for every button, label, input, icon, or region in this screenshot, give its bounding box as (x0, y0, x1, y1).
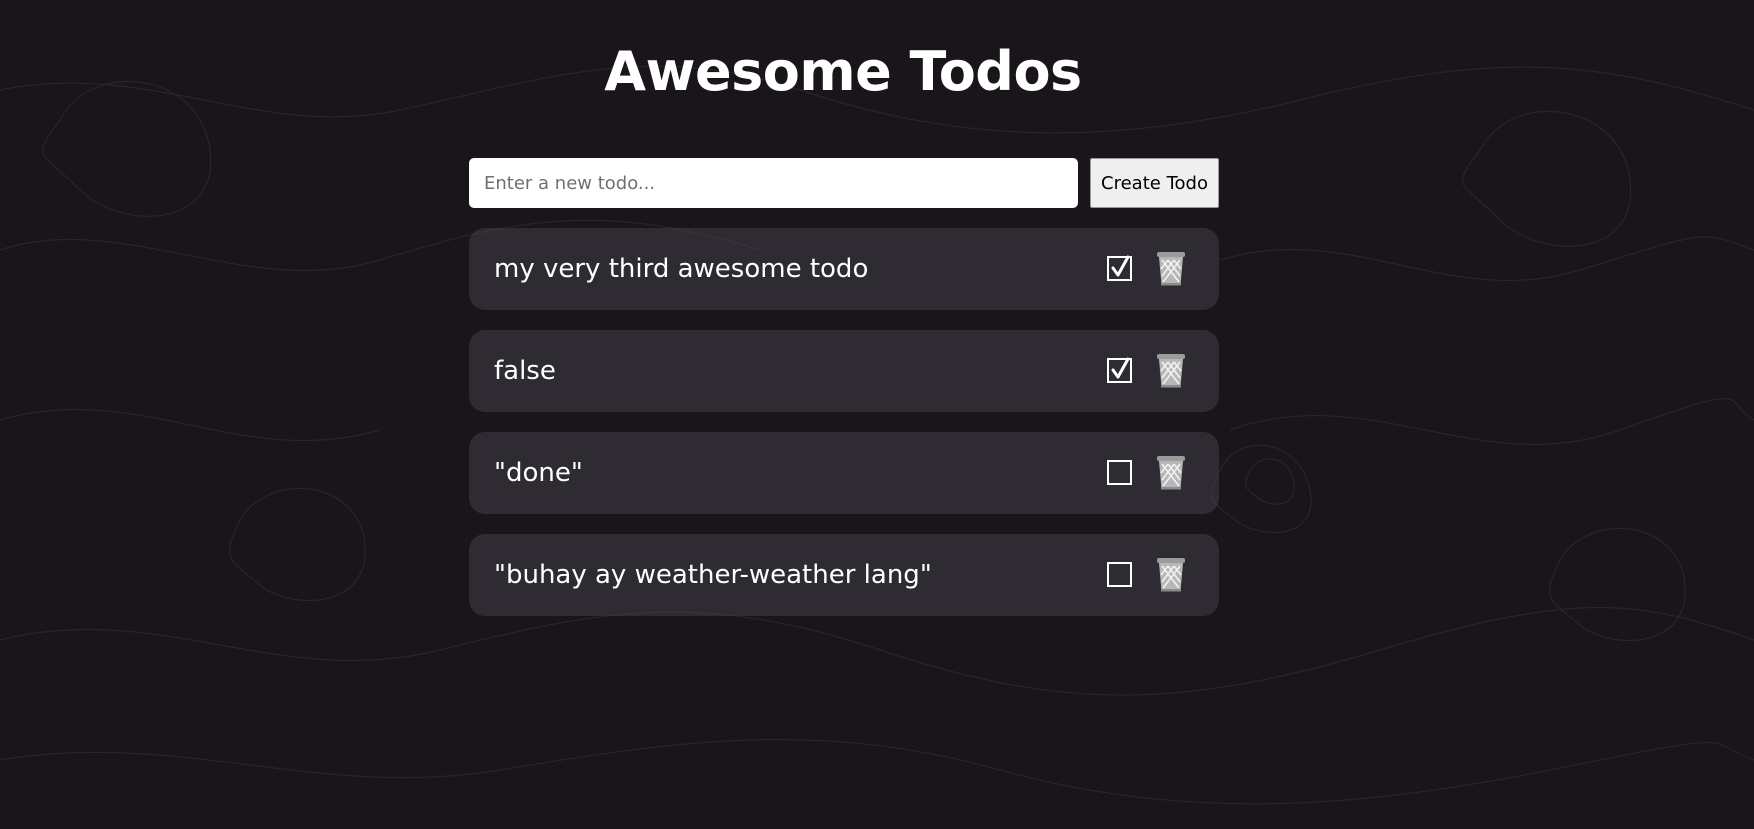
wastebasket-icon[interactable] (1155, 251, 1187, 287)
wastebasket-icon[interactable] (1155, 353, 1187, 389)
todo-text: "buhay ay weather-weather lang" (494, 560, 932, 590)
checkmark-icon (1111, 255, 1130, 277)
page-title: Awesome Todos (604, 40, 1082, 103)
todo-app: Awesome Todos Create Todo my very third … (0, 0, 1754, 829)
todo-item: my very third awesome todo (469, 228, 1219, 310)
todo-list: my very third awesome todo false "done" … (469, 228, 1219, 636)
todo-text: "done" (494, 458, 583, 488)
create-todo-button[interactable]: Create Todo (1090, 158, 1219, 208)
todo-item: "done" (469, 432, 1219, 514)
todo-item: "buhay ay weather-weather lang" (469, 534, 1219, 616)
todo-checkbox[interactable] (1107, 460, 1132, 485)
todo-text: my very third awesome todo (494, 254, 869, 284)
todo-text: false (494, 356, 556, 386)
checkmark-icon (1111, 357, 1130, 379)
new-todo-input[interactable] (469, 158, 1078, 208)
wastebasket-icon[interactable] (1155, 557, 1187, 593)
todo-checkbox[interactable] (1107, 255, 1132, 281)
todo-item: false (469, 330, 1219, 412)
todo-checkbox[interactable] (1107, 562, 1132, 587)
todo-checkbox[interactable] (1107, 357, 1132, 383)
wastebasket-icon[interactable] (1155, 455, 1187, 491)
